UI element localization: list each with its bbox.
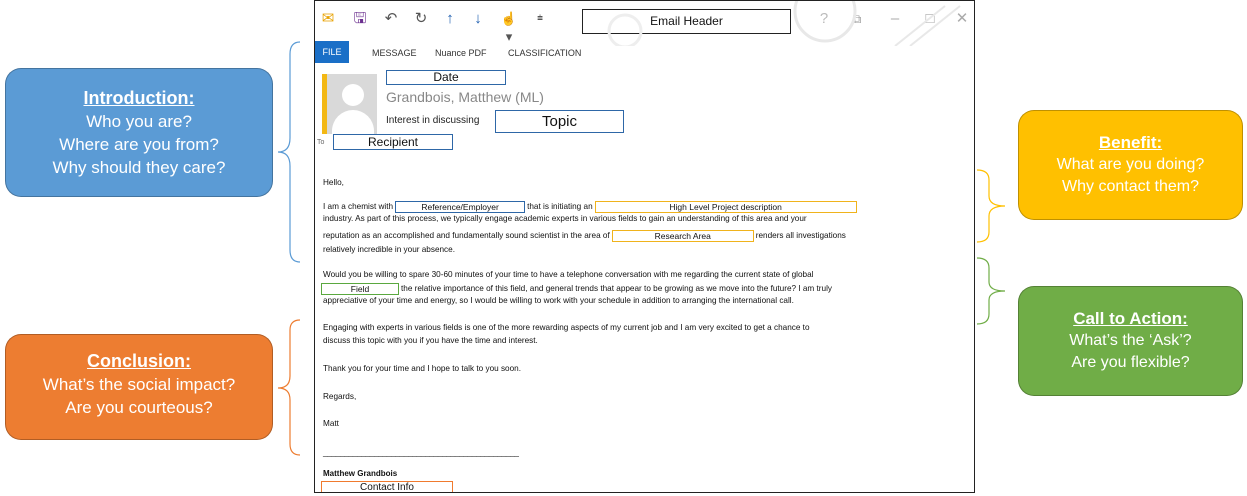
tab-nuance-pdf[interactable]: Nuance PDF <box>435 47 487 59</box>
employer-box: Reference/Employer <box>395 201 526 213</box>
paragraph-4: Thank you for your time and I hope to ta… <box>323 364 521 373</box>
project-box: High Level Project description <box>594 201 857 213</box>
signature-line: ________________________________________… <box>323 448 519 457</box>
introduction-line-2: Where are you from? <box>59 135 219 154</box>
paragraph-3-line-2: discuss this topic with you if you have … <box>323 336 538 345</box>
research-area-box: Research Area <box>611 230 754 242</box>
up-arrow-icon[interactable]: ↑ <box>442 10 458 28</box>
tab-classification[interactable]: CLASSIFICATION <box>508 47 581 59</box>
regards: Regards, <box>323 392 357 401</box>
avatar <box>322 74 377 134</box>
recipient-box: Recipient <box>333 134 453 150</box>
conclusion-line-1: What’s the social impact? <box>42 375 236 394</box>
paragraph-1-line-2: industry. As part of this process, we ty… <box>323 214 807 223</box>
benefit-brace <box>976 169 1006 243</box>
call-to-action-line-1: What’s the ‘Ask’? <box>1069 332 1192 349</box>
call-to-action-callout: Call to Action: What’s the ‘Ask’? Are yo… <box>1018 286 1243 396</box>
signature-name: Matthew Grandbois <box>323 469 398 478</box>
date-box: Date <box>386 70 506 85</box>
conclusion-line-2: Are you courteous? <box>65 398 213 417</box>
conclusion-callout: Conclusion: What’s the social impact? Ar… <box>5 334 273 440</box>
introduction-line-1: Who you are? <box>86 112 192 131</box>
call-to-action-title: Call to Action: <box>1073 309 1188 328</box>
paragraph-1-line-3: reputation as an accomplished and fundam… <box>323 230 846 242</box>
benefit-callout: Benefit: What are you doing? Why contact… <box>1018 110 1243 220</box>
introduction-line-3: Why should they care? <box>52 158 226 177</box>
paragraph-2-line-1: Would you be willing to spare 30-60 minu… <box>323 270 814 279</box>
paragraph-1-line-1: I am a chemist with Reference/Employer tha… <box>323 201 859 213</box>
redo-icon[interactable]: ↻ <box>413 10 429 28</box>
paragraph-2-line-3: appreciative of your time and energy, so… <box>323 296 794 305</box>
benefit-line-1: What are you doing? <box>1056 156 1205 173</box>
to-label: To <box>317 139 325 146</box>
email-window: ✉ 🖫 ↶ ↻ ↑ ↓ ☝▾ ⩧ Email Header ? ⧉ – □ ✕ … <box>314 0 975 493</box>
tab-message[interactable]: MESSAGE <box>372 47 417 59</box>
mail-icon[interactable]: ✉ <box>321 10 335 28</box>
save-icon[interactable]: 🖫 <box>352 10 368 28</box>
conclusion-title: Conclusion: <box>87 351 191 371</box>
introduction-callout: Introduction: Who you are? Where are you… <box>5 68 273 197</box>
sender-name: Grandbois, Matthew (ML) <box>386 89 544 105</box>
field-box: Field <box>321 283 399 295</box>
benefit-title: Benefit: <box>1098 133 1163 152</box>
down-arrow-icon[interactable]: ↓ <box>470 10 486 28</box>
greeting: Hello, <box>323 178 344 187</box>
topic-box: Topic <box>495 110 624 133</box>
introduction-brace <box>277 41 301 263</box>
paragraph-2-line-2: Field the relative importance of this fie… <box>321 283 832 295</box>
touch-icon[interactable]: ☝▾ <box>498 10 520 44</box>
conclusion-brace <box>277 319 301 456</box>
dropdown-icon[interactable]: ⩧ <box>535 10 545 28</box>
paragraph-1-line-4: relatively incredible in your absence. <box>323 245 455 254</box>
call-to-action-line-2: Are you flexible? <box>1071 354 1190 371</box>
call-to-action-brace <box>976 257 1006 325</box>
paragraph-3-line-1: Engaging with experts in various fields … <box>323 323 810 332</box>
introduction-title: Introduction: <box>83 88 195 108</box>
undo-icon[interactable]: ↶ <box>383 10 399 28</box>
tab-file[interactable]: FILE <box>315 41 349 63</box>
header-watermark <box>607 1 961 46</box>
subject-prefix: Interest in discussing <box>386 115 480 126</box>
signoff: Matt <box>323 419 339 428</box>
benefit-line-2: Why contact them? <box>1062 178 1199 195</box>
contact-info-box: Contact Info <box>321 481 453 492</box>
